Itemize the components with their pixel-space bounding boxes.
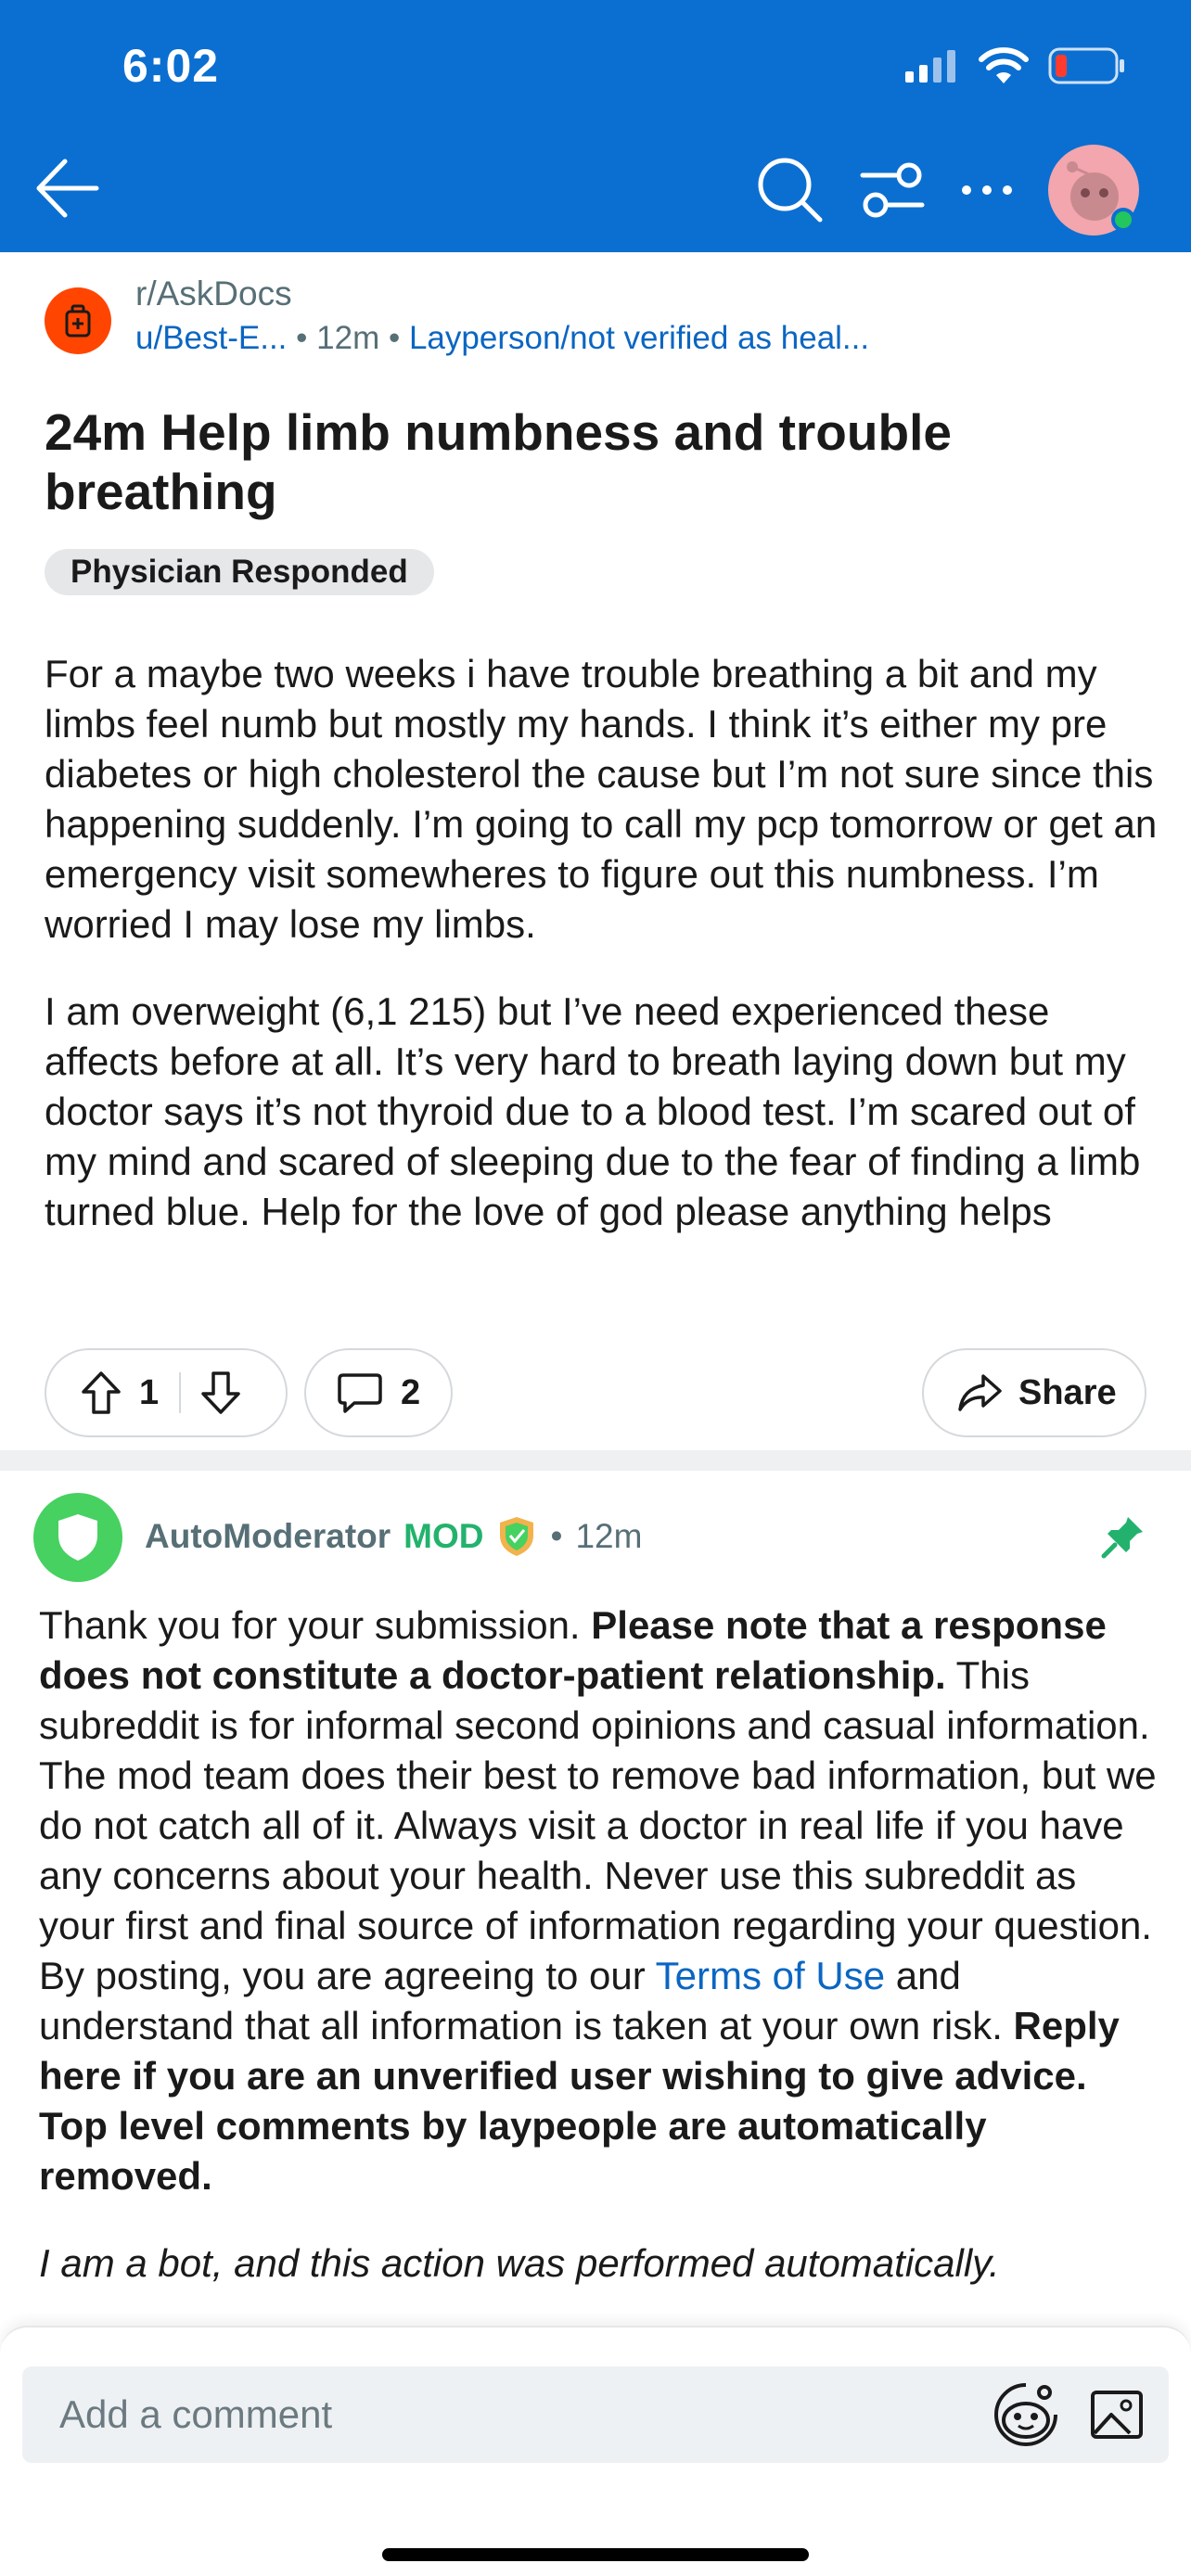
user-avatar[interactable] [1048, 145, 1139, 236]
composer-icons [991, 2381, 1145, 2448]
post-title: 24m Help limb numbness and trouble breat… [45, 403, 952, 520]
post-meta: r/AskDocs u/Best-E... • 12m • Layperson/… [45, 273, 869, 362]
cellular-signal-icon [905, 50, 955, 83]
post-author[interactable]: u/Best-E... [135, 320, 287, 356]
downvote-icon[interactable] [199, 1370, 242, 1416]
subreddit-name[interactable]: r/AskDocs [135, 273, 869, 315]
wifi-icon [979, 47, 1029, 83]
vote-count: 1 [139, 1372, 160, 1412]
comment-paragraph: Thank you for your submission. Please no… [39, 1600, 1161, 2201]
section-divider [0, 1450, 1191, 1471]
post-paragraph: For a maybe two weeks i have trouble bre… [45, 652, 1158, 946]
medical-kit-icon [65, 304, 91, 338]
home-indicator [382, 2548, 809, 2561]
share-button[interactable]: Share [922, 1348, 1146, 1437]
mod-shield-badge-icon [500, 1517, 534, 1556]
shield-icon [58, 1514, 97, 1561]
comment-body: Thank you for your submission. Please no… [39, 1600, 1161, 2289]
back-arrow-icon[interactable] [32, 154, 100, 223]
meta-separator: • [550, 1517, 563, 1555]
app-header: 6:02 [0, 0, 1191, 252]
more-options-icon[interactable] [959, 181, 1015, 199]
comment-bubble-icon [338, 1373, 382, 1413]
snoo-emoji-icon[interactable] [991, 2381, 1061, 2448]
comments-button[interactable]: 2 [304, 1348, 453, 1437]
post-age: 12m [316, 320, 380, 356]
post-actions: 1 2 Share [45, 1348, 1146, 1437]
status-icons [903, 46, 1126, 85]
share-label: Share [1018, 1372, 1117, 1412]
vote-control: 1 [45, 1348, 288, 1437]
sort-filter-icon[interactable] [859, 160, 926, 220]
comment-text: Thank you for your submission. [39, 1603, 592, 1647]
bot-notice: I am a bot, and this action was performe… [39, 2241, 1000, 2285]
meta-separator: • [388, 320, 401, 356]
comment-author[interactable]: AutoModerator [145, 1517, 391, 1556]
mod-label: MOD [403, 1517, 484, 1555]
comment-header: AutoModerator MOD • 12m [145, 1515, 642, 1558]
subreddit-icon[interactable] [45, 287, 111, 354]
meta-separator: • [296, 320, 308, 356]
status-time: 6:02 [122, 40, 220, 92]
comment-count: 2 [401, 1372, 421, 1412]
share-arrow-icon [958, 1374, 1002, 1411]
battery-icon [1048, 47, 1124, 84]
post-flair-badge[interactable]: Physician Responded [45, 549, 434, 595]
comment-age: 12m [575, 1517, 643, 1555]
user-flair: Layperson/not verified as heal... [408, 320, 870, 356]
header-actions [755, 145, 1139, 236]
post-body: For a maybe two weeks i have trouble bre… [45, 649, 1158, 1274]
image-upload-icon[interactable] [1089, 2387, 1145, 2442]
terms-of-use-link[interactable]: Terms of Use [656, 1954, 885, 1997]
upvote-icon[interactable] [80, 1370, 122, 1416]
vote-divider [179, 1372, 182, 1413]
comment-composer-bar: Add a comment [0, 2326, 1191, 2576]
comment-text: This subreddit is for informal second op… [39, 1653, 1157, 1997]
post-meta-text: r/AskDocs u/Best-E... • 12m • Layperson/… [135, 273, 869, 362]
pin-icon [1101, 1517, 1143, 1559]
search-icon[interactable] [755, 155, 826, 225]
post-byline: u/Best-E... • 12m • Layperson/not verifi… [135, 315, 869, 362]
post-paragraph: I am overweight (6,1 215) but I’ve need … [45, 989, 1141, 1233]
online-status-dot [1111, 208, 1135, 232]
automoderator-avatar[interactable] [33, 1493, 122, 1582]
